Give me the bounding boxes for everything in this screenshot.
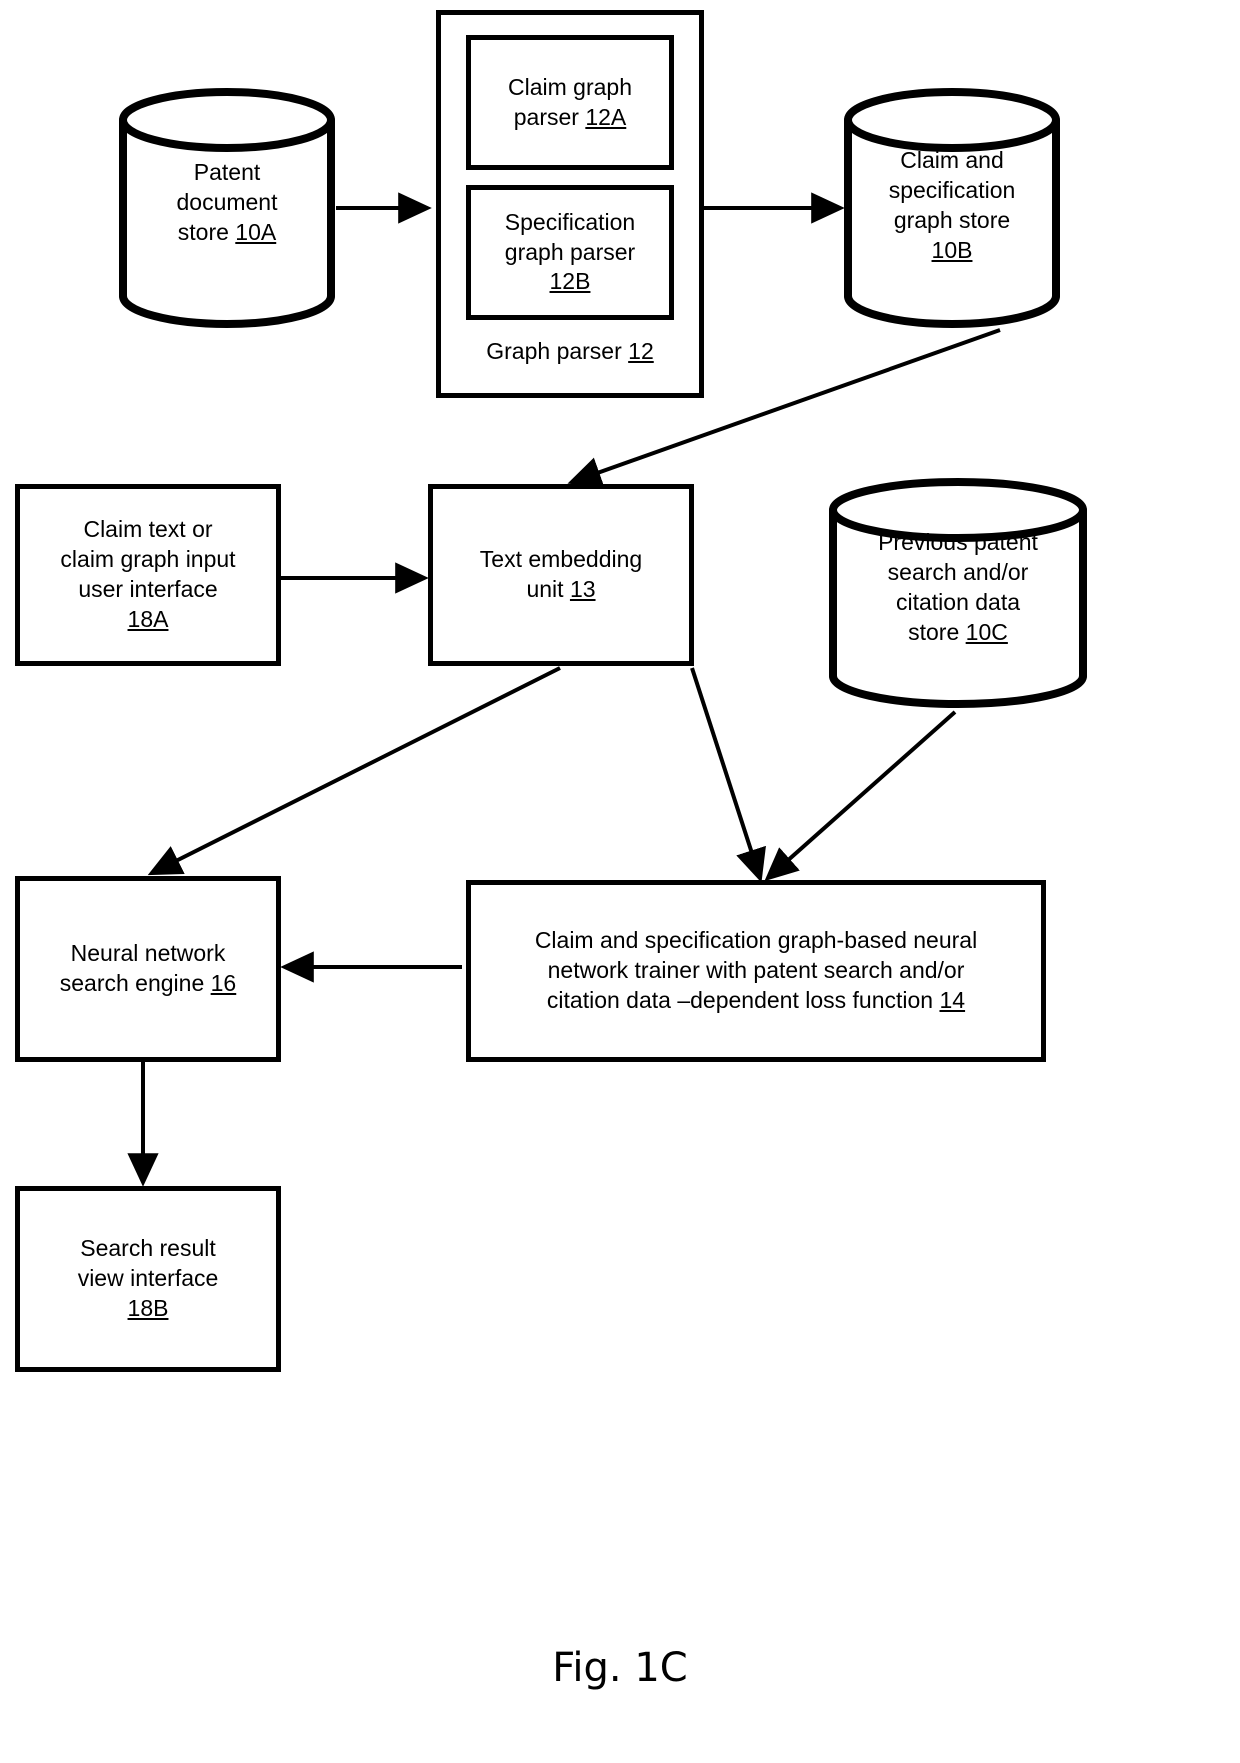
node-neural-network-search-engine[interactable]: Neural network search engine 16 <box>15 876 281 1062</box>
node-ref: 10A <box>235 218 277 245</box>
arrow-previous-search-store-to-trainer <box>764 710 957 882</box>
node-text-embedding-unit[interactable]: Text embedding unit 13 <box>428 484 694 666</box>
node-claim-input-user-interface[interactable]: Claim text or claim graph input user int… <box>15 484 281 666</box>
node-label: Previous patent search and/or citation d… <box>878 529 1038 645</box>
figure-caption: Fig. 1C <box>552 1645 688 1691</box>
node-ref: 12B <box>549 268 591 295</box>
figure-canvas: Patent document store 10A Claim graph pa… <box>0 0 1240 1763</box>
node-ref: 14 <box>939 986 966 1013</box>
node-label: Claim text or claim graph input user int… <box>60 516 236 632</box>
node-ref: 16 <box>210 970 237 996</box>
node-specification-graph-parser[interactable]: Specification graph parser 12B <box>466 185 674 320</box>
node-label: Claim graph parser 12A <box>508 73 632 130</box>
node-ref: 18B <box>127 1294 169 1321</box>
arrow-text-embedding-to-search-engine <box>147 666 561 876</box>
node-label: Neural network search engine 16 <box>59 940 237 996</box>
node-neural-network-trainer[interactable]: Claim and specification graph-based neur… <box>466 880 1046 1062</box>
node-label: Text embedding unit 13 <box>479 546 643 602</box>
node-ref: 13 <box>569 576 596 602</box>
node-label: Claim and specification graph-based neur… <box>534 927 978 1013</box>
node-label: Specification graph parser 12B <box>504 208 636 295</box>
node-ref: 10C <box>965 618 1008 645</box>
node-ref: 18A <box>127 605 169 632</box>
arrow-text-embedding-to-trainer <box>690 667 766 883</box>
node-graph-parser-group-label: Graph parser 12 <box>486 338 654 364</box>
node-claim-and-specification-graph-store[interactable]: Claim and specification graph store 10B <box>843 88 1061 328</box>
node-label: Search result view interface 18B <box>77 1235 219 1321</box>
node-ref: 10B <box>931 236 973 263</box>
node-ref: 12 <box>628 338 654 364</box>
node-label: Claim and specification graph store 10B <box>888 147 1016 263</box>
node-label: Patent document store 10A <box>176 159 278 245</box>
node-patent-document-store[interactable]: Patent document store 10A <box>118 88 336 328</box>
node-ref: 12A <box>585 103 627 130</box>
node-search-result-view-interface[interactable]: Search result view interface 18B <box>15 1186 281 1372</box>
node-previous-patent-search-store[interactable]: Previous patent search and/or citation d… <box>828 478 1088 710</box>
node-claim-graph-parser[interactable]: Claim graph parser 12A <box>466 35 674 170</box>
